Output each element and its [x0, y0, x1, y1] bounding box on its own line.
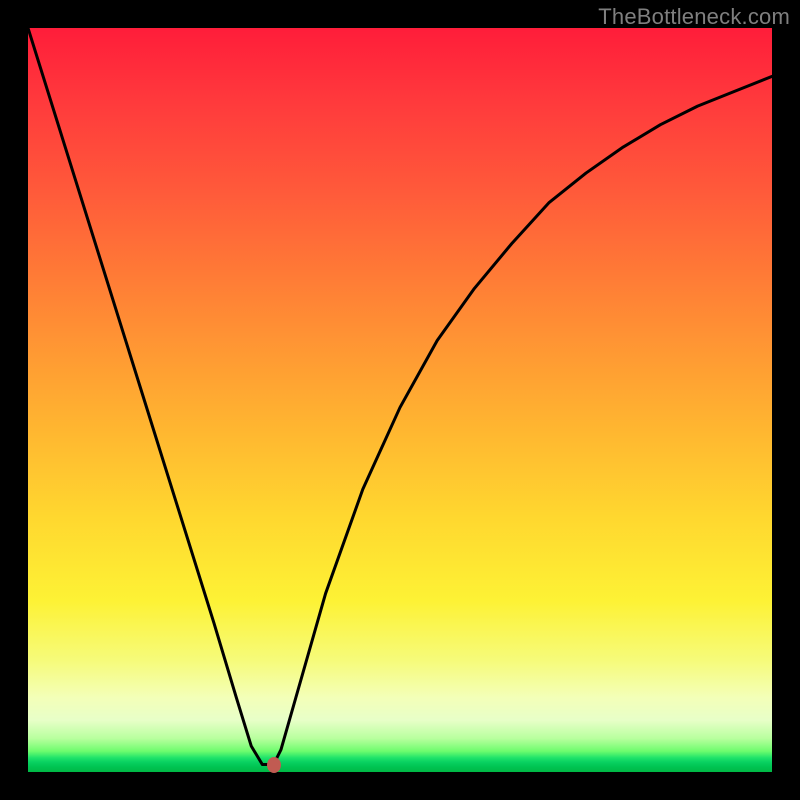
bottleneck-curve: [28, 28, 772, 772]
watermark-text: TheBottleneck.com: [598, 4, 790, 30]
plot-area: [28, 28, 772, 772]
chart-frame: TheBottleneck.com: [0, 0, 800, 800]
optimal-point-marker: [267, 757, 281, 773]
